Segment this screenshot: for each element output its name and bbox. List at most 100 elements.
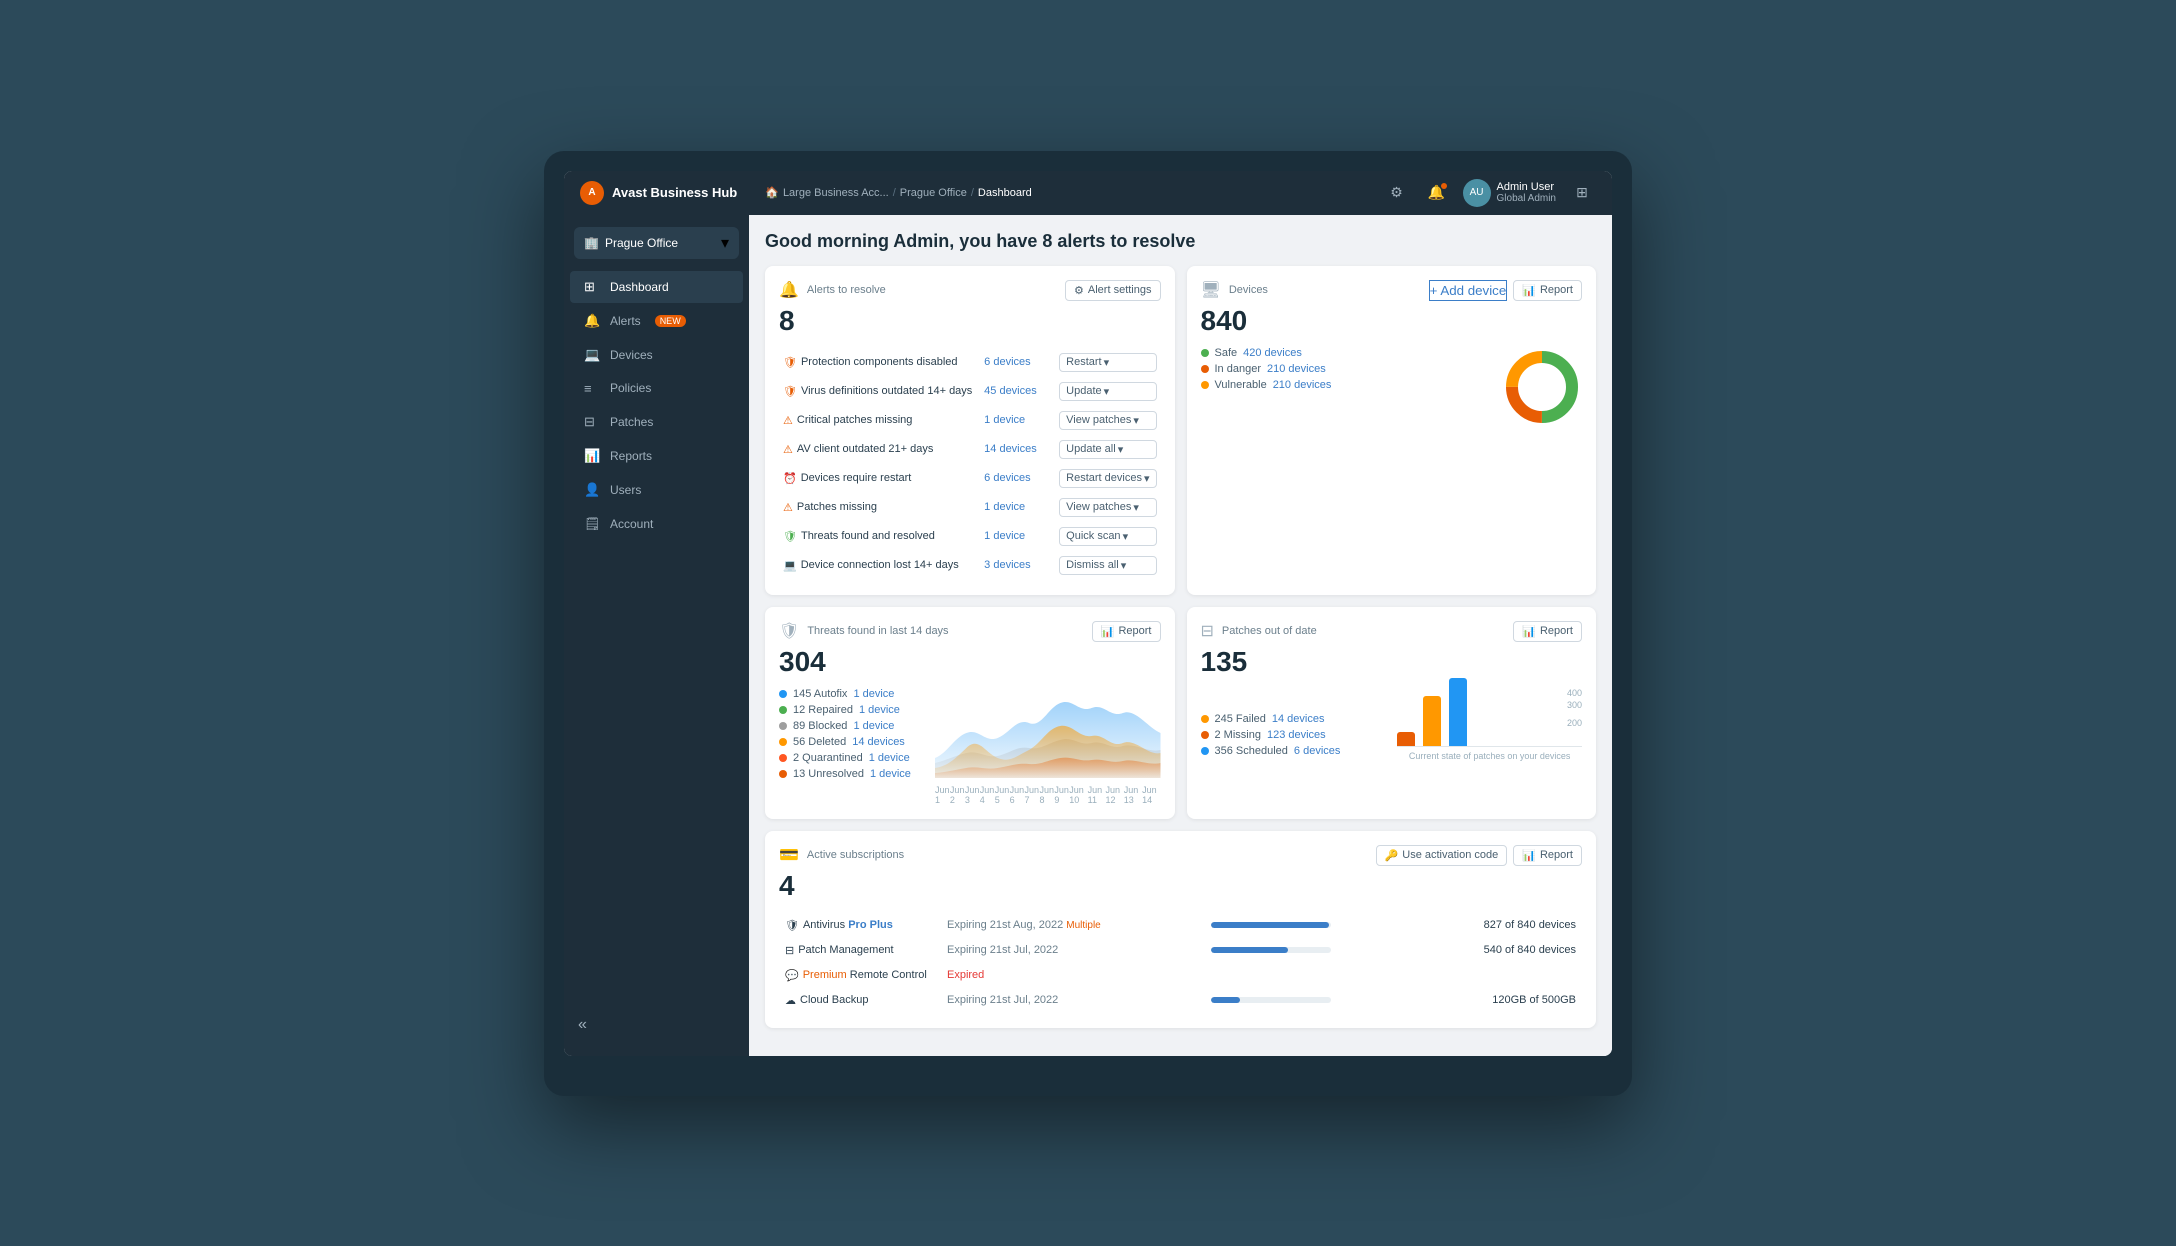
stat-safe: Safe 420 devices bbox=[1201, 347, 1483, 359]
alert-type-icon: ⚠ bbox=[783, 414, 793, 427]
breadcrumb-item-2[interactable]: Prague Office bbox=[900, 187, 967, 199]
alert-action-btn[interactable]: View patches ▾ bbox=[1059, 498, 1156, 517]
alert-action-btn[interactable]: Update ▾ bbox=[1059, 382, 1156, 401]
safe-link[interactable]: 420 devices bbox=[1243, 347, 1302, 359]
sidebar-item-dashboard[interactable]: ⊞ Dashboard bbox=[570, 271, 743, 303]
page-title: Good morning Admin, you have 8 alerts to… bbox=[765, 231, 1596, 252]
alert-action-btn[interactable]: Restart devices ▾ bbox=[1059, 469, 1156, 488]
alert-count-link[interactable]: 3 devices bbox=[984, 559, 1030, 571]
app-logo: A bbox=[580, 181, 604, 205]
antivirus-icon: 🛡 bbox=[785, 919, 799, 932]
subs-report-button[interactable]: 📊 Report bbox=[1513, 845, 1582, 866]
alert-action-btn[interactable]: Dismiss all ▾ bbox=[1059, 556, 1156, 575]
threat-quarantined: 2 Quarantined 1 device bbox=[779, 752, 919, 764]
repaired-link[interactable]: 1 device bbox=[859, 704, 900, 716]
scheduled-link[interactable]: 6 devices bbox=[1294, 745, 1340, 757]
key-icon: 🔑 bbox=[1385, 849, 1399, 862]
alert-count-link[interactable]: 6 devices bbox=[984, 472, 1030, 484]
settings-small-icon: ⚙ bbox=[1074, 284, 1084, 297]
threat-blocked: 89 Blocked 1 device bbox=[779, 720, 919, 732]
sidebar-collapse-btn[interactable]: « bbox=[564, 1006, 749, 1044]
failed-dot bbox=[1201, 715, 1209, 723]
sidebar-item-users[interactable]: 👤 Users bbox=[570, 474, 743, 506]
subs-value: 4 bbox=[779, 870, 1582, 902]
add-device-button[interactable]: + Add device bbox=[1429, 280, 1508, 301]
notifications-icon[interactable]: 🔔 bbox=[1423, 179, 1451, 207]
sidebar-item-patches[interactable]: ⊟ Patches bbox=[570, 406, 743, 438]
settings-icon[interactable]: ⚙ bbox=[1383, 179, 1411, 207]
alert-count-link[interactable]: 1 device bbox=[984, 501, 1025, 513]
unresolved-link[interactable]: 1 device bbox=[870, 768, 911, 780]
missing-link[interactable]: 123 devices bbox=[1267, 729, 1326, 741]
patches-chart-area: 245 Failed 14 devices 2 Missing 123 devi… bbox=[1201, 688, 1583, 761]
activation-code-button[interactable]: 🔑 Use activation code bbox=[1376, 845, 1508, 866]
alert-action-btn[interactable]: Quick scan ▾ bbox=[1059, 527, 1156, 546]
alert-settings-button[interactable]: ⚙ Alert settings bbox=[1065, 280, 1160, 301]
bar-scheduled bbox=[1449, 678, 1467, 746]
sidebar-item-alerts[interactable]: 🔔 Alerts NEW bbox=[570, 305, 743, 337]
stat-vulnerable: Vulnerable 210 devices bbox=[1201, 379, 1483, 391]
threats-value: 304 bbox=[779, 646, 1161, 678]
patches-report-button[interactable]: 📊 Report bbox=[1513, 621, 1582, 642]
devices-report-button[interactable]: 📊 Report bbox=[1513, 280, 1582, 301]
subs-icon: 💳 bbox=[779, 845, 799, 865]
chart-icon-2: 📊 bbox=[1101, 625, 1115, 638]
breadcrumb: 🏠 Large Business Acc... / Prague Office … bbox=[765, 186, 1032, 199]
alert-type-icon: ⚠ bbox=[783, 501, 793, 514]
threat-deleted: 56 Deleted 14 devices bbox=[779, 736, 919, 748]
apps-icon[interactable]: ⊞ bbox=[1568, 179, 1596, 207]
antivirus-progress bbox=[1211, 922, 1331, 928]
user-avatar: AU bbox=[1463, 179, 1491, 207]
alert-count-link[interactable]: 1 device bbox=[984, 414, 1025, 426]
bar-chart-note: Current state of patches on your devices bbox=[1397, 751, 1582, 761]
alert-action-btn[interactable]: Restart ▾ bbox=[1059, 353, 1156, 372]
cloud-icon: ☁ bbox=[785, 994, 796, 1007]
account-icon: 🗒 bbox=[584, 516, 600, 532]
patch-devices: 540 of 840 devices bbox=[1417, 939, 1580, 962]
alerts-icon: 🔔 bbox=[584, 313, 600, 329]
sidebar-item-devices[interactable]: 💻 Devices bbox=[570, 339, 743, 371]
alert-action-btn[interactable]: View patches ▾ bbox=[1059, 411, 1156, 430]
missing-dot bbox=[1201, 731, 1209, 739]
laptop-frame: A Avast Business Hub 🏠 Large Business Ac… bbox=[544, 151, 1632, 1096]
cards-row-1: 🔔 Alerts to resolve ⚙ Alert settings 8 bbox=[765, 266, 1596, 595]
alerts-value: 8 bbox=[779, 305, 1161, 337]
users-icon: 👤 bbox=[584, 482, 600, 498]
nav-label-account: Account bbox=[610, 517, 653, 531]
alert-count-link[interactable]: 6 devices bbox=[984, 356, 1030, 368]
sidebar-item-reports[interactable]: 📊 Reports bbox=[570, 440, 743, 472]
deleted-link[interactable]: 14 devices bbox=[852, 736, 905, 748]
alert-action-btn[interactable]: Update all ▾ bbox=[1059, 440, 1156, 459]
user-role: Global Admin bbox=[1497, 193, 1556, 204]
failed-link[interactable]: 14 devices bbox=[1272, 713, 1325, 725]
sidebar-item-account[interactable]: 🗒 Account bbox=[570, 508, 743, 540]
threat-repaired: 12 Repaired 1 device bbox=[779, 704, 919, 716]
sidebar-item-policies[interactable]: ≡ Policies bbox=[570, 373, 743, 404]
patches-label: Patches out of date bbox=[1222, 625, 1317, 637]
quarantined-dot bbox=[779, 754, 787, 762]
quarantined-link[interactable]: 1 device bbox=[869, 752, 910, 764]
blocked-link[interactable]: 1 device bbox=[853, 720, 894, 732]
autofix-link[interactable]: 1 device bbox=[853, 688, 894, 700]
danger-dot bbox=[1201, 365, 1209, 373]
nav-label-alerts: Alerts bbox=[610, 314, 641, 328]
safe-dot bbox=[1201, 349, 1209, 357]
org-name: Prague Office bbox=[605, 236, 678, 250]
danger-link[interactable]: 210 devices bbox=[1267, 363, 1326, 375]
patches-icon: ⊟ bbox=[584, 414, 600, 430]
vulnerable-link[interactable]: 210 devices bbox=[1273, 379, 1332, 391]
sub-row-remote: 💬 Premium Remote Control Expired bbox=[781, 964, 1580, 987]
patch-scheduled: 356 Scheduled 6 devices bbox=[1201, 745, 1386, 757]
alert-count-link[interactable]: 1 device bbox=[984, 530, 1025, 542]
alert-count-link[interactable]: 45 devices bbox=[984, 385, 1037, 397]
breadcrumb-item-1[interactable]: Large Business Acc... bbox=[783, 187, 889, 199]
main-layout: 🏢 Prague Office ▾ ⊞ Dashboard 🔔 Alerts N… bbox=[564, 215, 1612, 1056]
alert-count-link[interactable]: 14 devices bbox=[984, 443, 1037, 455]
threats-report-button[interactable]: 📊 Report bbox=[1092, 621, 1161, 642]
cards-row-2: 🛡 Threats found in last 14 days 📊 Report… bbox=[765, 607, 1596, 819]
alert-row: ⏰ Devices require restart 6 devices Rest… bbox=[781, 465, 1159, 492]
alert-type-icon: ⚠ bbox=[783, 443, 793, 456]
threats-stats: 145 Autofix 1 device 12 Repaired 1 devic… bbox=[779, 688, 919, 805]
org-selector[interactable]: 🏢 Prague Office ▾ bbox=[574, 227, 739, 259]
alert-type-icon: 🛡 bbox=[783, 530, 797, 543]
